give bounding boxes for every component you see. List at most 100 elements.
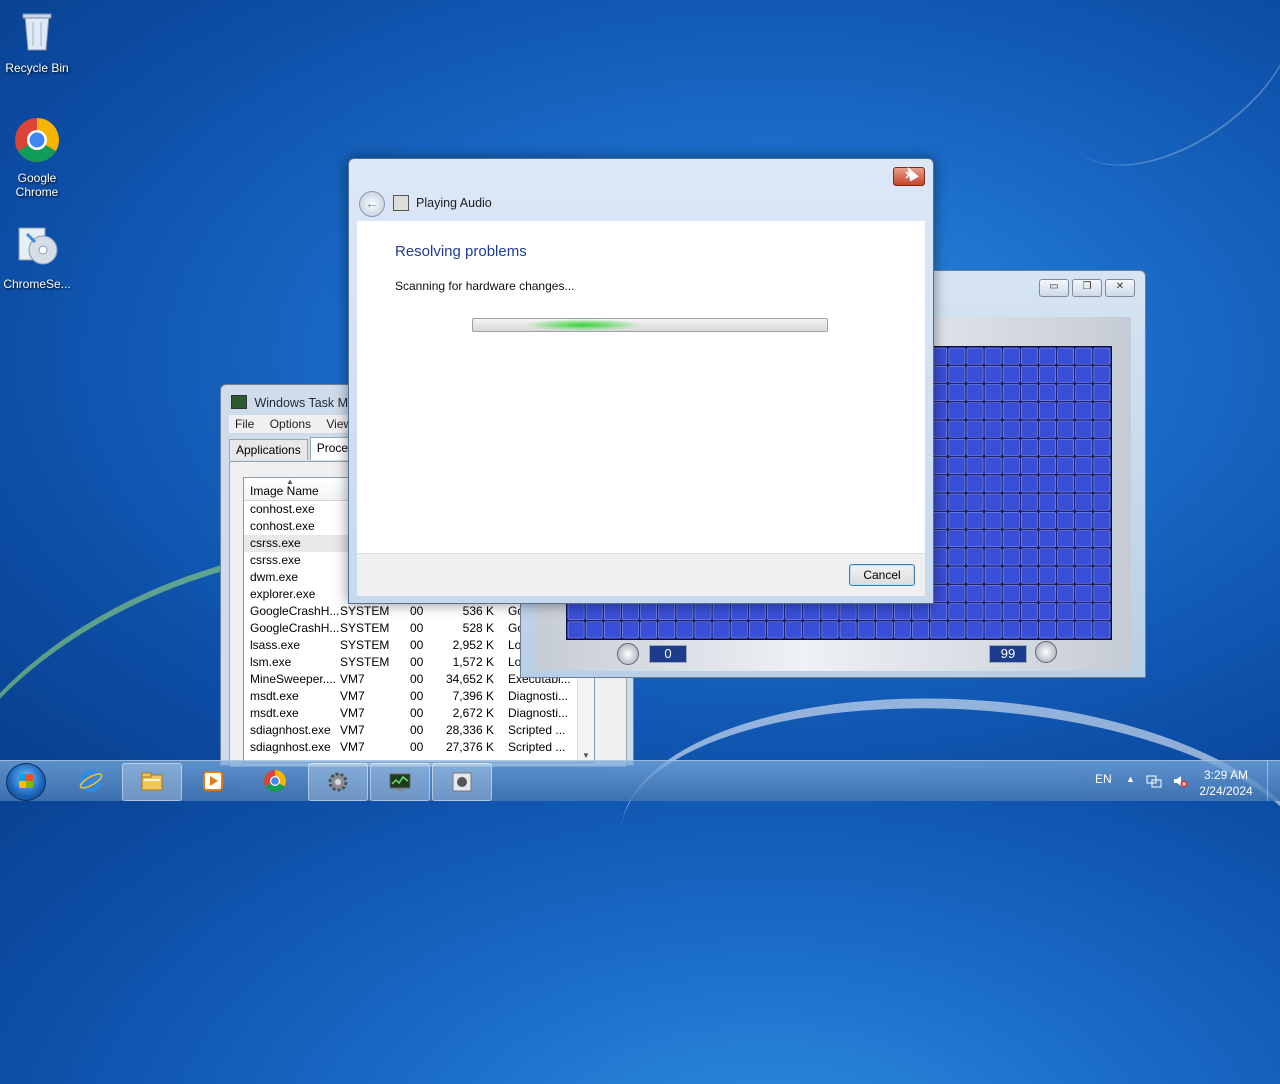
mine-tile[interactable] xyxy=(676,621,694,639)
table-row[interactable]: msdt.exe VM7 00 2,672 K Diagnosti... xyxy=(244,705,594,722)
mine-tile[interactable] xyxy=(730,603,748,621)
clock[interactable]: 3:29 AM 2/24/2024 xyxy=(1196,767,1256,799)
mine-tile[interactable] xyxy=(966,530,984,548)
mine-tile[interactable] xyxy=(1075,493,1093,511)
mine-tile[interactable] xyxy=(1021,621,1038,639)
taskbar-troubleshooter[interactable] xyxy=(308,763,368,801)
mine-tile[interactable] xyxy=(1057,438,1075,456)
menu-options[interactable]: Options xyxy=(270,417,311,431)
volume-muted-icon[interactable] xyxy=(1172,773,1188,789)
mine-tile[interactable] xyxy=(948,384,966,402)
mine-tile[interactable] xyxy=(948,603,966,621)
mine-tile[interactable] xyxy=(1002,603,1020,621)
mine-tile[interactable] xyxy=(875,621,893,639)
mine-tile[interactable] xyxy=(640,621,657,639)
mine-tile[interactable] xyxy=(585,621,603,639)
mine-tile[interactable] xyxy=(948,584,966,602)
mine-tile[interactable] xyxy=(984,584,1002,602)
mine-tile[interactable] xyxy=(1039,347,1056,365)
mine-tile[interactable] xyxy=(1075,457,1093,475)
mine-tile[interactable] xyxy=(984,402,1002,420)
mine-tile[interactable] xyxy=(1093,402,1111,420)
mine-tile[interactable] xyxy=(839,621,857,639)
mine-tile[interactable] xyxy=(948,365,966,383)
mine-tile[interactable] xyxy=(966,493,984,511)
mine-tile[interactable] xyxy=(948,420,966,438)
mine-tile[interactable] xyxy=(839,603,857,621)
mine-tile[interactable] xyxy=(1057,420,1075,438)
mine-tile[interactable] xyxy=(1057,384,1075,402)
mine-tile[interactable] xyxy=(1093,621,1111,639)
mine-tile[interactable] xyxy=(984,457,1002,475)
mine-tile[interactable] xyxy=(1021,548,1038,566)
start-button[interactable] xyxy=(6,763,46,801)
mine-tile[interactable] xyxy=(1002,365,1020,383)
mine-tile[interactable] xyxy=(1021,420,1038,438)
mine-tile[interactable] xyxy=(767,621,784,639)
maximize-button[interactable]: ❐ xyxy=(1072,279,1102,297)
mine-tile[interactable] xyxy=(984,530,1002,548)
mine-tile[interactable] xyxy=(658,603,676,621)
mine-tile[interactable] xyxy=(567,603,585,621)
minimize-button[interactable]: ▭ xyxy=(1039,279,1069,297)
mine-tile[interactable] xyxy=(730,621,748,639)
mine-tile[interactable] xyxy=(948,347,966,365)
mine-tile[interactable] xyxy=(1057,475,1075,493)
table-row[interactable]: sdiagnhost.exe VM7 00 28,336 K Scripted ... xyxy=(244,722,594,739)
mine-tile[interactable] xyxy=(984,438,1002,456)
mine-tile[interactable] xyxy=(966,438,984,456)
taskbar-minesweeper[interactable] xyxy=(432,763,492,801)
mine-tile[interactable] xyxy=(1002,548,1020,566)
mine-tile[interactable] xyxy=(984,621,1002,639)
network-icon[interactable] xyxy=(1146,773,1162,789)
mine-tile[interactable] xyxy=(1093,384,1111,402)
mine-tile[interactable] xyxy=(948,530,966,548)
mine-tile[interactable] xyxy=(966,384,984,402)
mine-tile[interactable] xyxy=(1021,584,1038,602)
mine-tile[interactable] xyxy=(1057,584,1075,602)
desktop-icon-chromesetup[interactable]: ChromeSe... xyxy=(1,222,73,291)
mine-tile[interactable] xyxy=(694,603,712,621)
mine-tile[interactable] xyxy=(1057,457,1075,475)
taskbar-ie[interactable] xyxy=(62,763,120,799)
mine-tile[interactable] xyxy=(603,603,621,621)
mine-tile[interactable] xyxy=(1039,420,1056,438)
mine-tile[interactable] xyxy=(1057,530,1075,548)
mine-tile[interactable] xyxy=(1039,475,1056,493)
mine-tile[interactable] xyxy=(894,603,911,621)
mine-tile[interactable] xyxy=(948,566,966,584)
mine-tile[interactable] xyxy=(1075,365,1093,383)
taskbar-task-manager[interactable] xyxy=(370,763,430,801)
mine-tile[interactable] xyxy=(1057,511,1075,529)
desktop-icon-recycle-bin[interactable]: Recycle Bin xyxy=(1,6,73,75)
mine-tile[interactable] xyxy=(1093,438,1111,456)
taskbar-explorer[interactable] xyxy=(122,763,182,801)
mine-tile[interactable] xyxy=(1021,402,1038,420)
taskbar-chrome[interactable] xyxy=(246,763,304,799)
mine-tile[interactable] xyxy=(984,511,1002,529)
mine-tile[interactable] xyxy=(1039,584,1056,602)
mine-tile[interactable] xyxy=(1039,621,1056,639)
mine-tile[interactable] xyxy=(966,475,984,493)
mine-tile[interactable] xyxy=(1093,566,1111,584)
mine-tile[interactable] xyxy=(712,621,730,639)
mine-tile[interactable] xyxy=(1039,402,1056,420)
desktop-icon-google-chrome[interactable]: Google Chrome xyxy=(1,116,73,199)
mine-tile[interactable] xyxy=(1075,384,1093,402)
mine-tile[interactable] xyxy=(1021,365,1038,383)
mine-tile[interactable] xyxy=(1057,603,1075,621)
mine-tile[interactable] xyxy=(966,566,984,584)
mine-tile[interactable] xyxy=(1021,384,1038,402)
mine-tile[interactable] xyxy=(1002,384,1020,402)
mine-tile[interactable] xyxy=(948,621,966,639)
mine-tile[interactable] xyxy=(1021,438,1038,456)
mine-tile[interactable] xyxy=(1093,603,1111,621)
mine-tile[interactable] xyxy=(930,621,948,639)
mine-tile[interactable] xyxy=(875,603,893,621)
mine-tile[interactable] xyxy=(984,347,1002,365)
mine-tile[interactable] xyxy=(622,603,639,621)
mine-tile[interactable] xyxy=(1002,457,1020,475)
mine-tile[interactable] xyxy=(1075,548,1093,566)
mine-tile[interactable] xyxy=(622,621,639,639)
mine-tile[interactable] xyxy=(749,621,766,639)
